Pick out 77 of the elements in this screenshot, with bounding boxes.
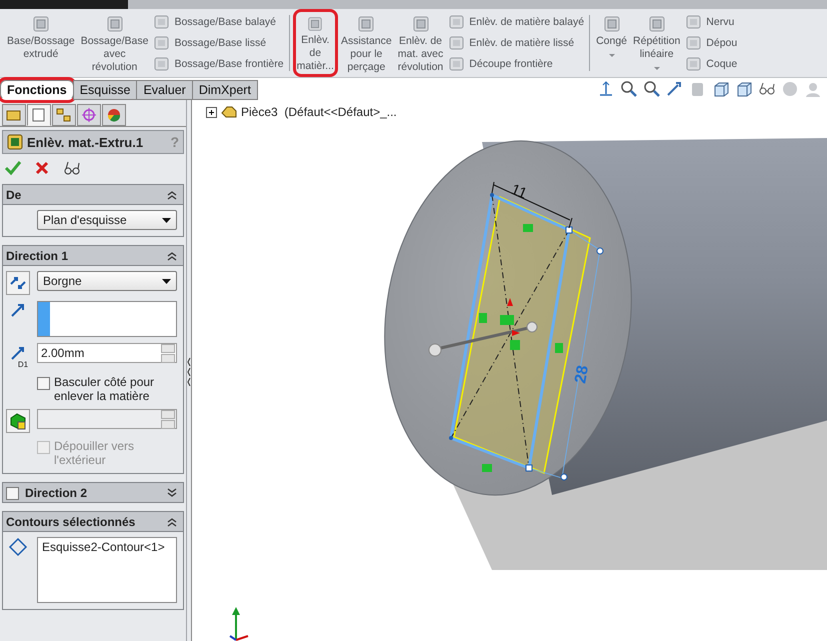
- expand-icon[interactable]: [206, 106, 217, 118]
- zoom-area-icon[interactable]: [642, 80, 662, 98]
- ribbon-button[interactable]: Découpe frontière: [448, 56, 584, 72]
- feature-icon: [153, 14, 172, 30]
- checkmark-icon[interactable]: [4, 160, 22, 176]
- target-icon: [80, 107, 98, 123]
- section-header[interactable]: Contours sélectionnés: [2, 511, 184, 532]
- tab[interactable]: Fonctions: [0, 80, 74, 100]
- ribbon-button[interactable]: Base/Bossage extrudé: [4, 9, 78, 77]
- selection-list[interactable]: [37, 301, 177, 337]
- direction-arrow-icon: [9, 301, 27, 319]
- feature-icon: [153, 34, 172, 51]
- ribbon-button[interactable]: Dépou: [685, 34, 738, 51]
- caret-icon: [608, 53, 616, 58]
- ribbon-button[interactable]: Coque: [685, 56, 738, 72]
- tab[interactable]: Esquisse: [72, 80, 138, 100]
- axis-triad-icon: [229, 607, 248, 641]
- feature-title: Enlèv. mat.-Extru.1: [27, 134, 144, 150]
- feature-icon: [153, 56, 172, 72]
- collapse-icon[interactable]: [167, 190, 177, 200]
- feature-icon: [7, 134, 23, 150]
- part-icon: [220, 104, 238, 120]
- glasses-icon[interactable]: [62, 160, 82, 176]
- section-title: Direction 1: [6, 248, 70, 262]
- feature-icon: [685, 14, 704, 30]
- section-title: De: [6, 188, 22, 202]
- feature-icon: [685, 34, 704, 51]
- zoom-fit-icon[interactable]: [619, 80, 639, 98]
- ribbon-button[interactable]: Bossage/Base frontière: [153, 56, 284, 72]
- ribbon-button[interactable]: Assistance pour le perçage: [338, 9, 395, 77]
- feature-icon: [448, 34, 466, 51]
- contour-list[interactable]: Esquisse2-Contour<1>: [37, 537, 177, 603]
- dropdown[interactable]: Borgne: [37, 271, 177, 291]
- depth-field[interactable]: 2.00mm: [37, 343, 177, 363]
- collapse-icon[interactable]: [167, 516, 177, 526]
- ribbon-button[interactable]: Enlèv. de matière lissé: [448, 34, 584, 51]
- ribbon-button[interactable]: Enlèv. de mat. avec révolution: [394, 9, 446, 77]
- ribbon-button[interactable]: Bossage/Base balayé: [153, 14, 284, 30]
- caret-icon: [652, 66, 661, 71]
- section-title: Contours sélectionnés: [6, 514, 136, 528]
- list-item[interactable]: Esquisse2-Contour<1>: [42, 540, 172, 554]
- close-icon[interactable]: [34, 160, 50, 176]
- ribbon-button[interactable]: Nervu: [685, 14, 738, 30]
- panel-tab[interactable]: [2, 104, 26, 126]
- checkbox-option[interactable]: Basculer côté pour enlever la matière: [37, 375, 177, 403]
- section-header[interactable]: Direction 2: [2, 482, 184, 503]
- offset-field[interactable]: [37, 409, 177, 429]
- section-title: Direction 2: [25, 486, 88, 500]
- panel-tab[interactable]: [77, 104, 101, 126]
- configuration-icon: [55, 107, 73, 123]
- collapse-panel-icon[interactable]: [187, 356, 191, 386]
- panel-tab[interactable]: [102, 104, 126, 126]
- section-header[interactable]: De: [2, 184, 184, 205]
- feature-icon: [685, 56, 704, 72]
- diamond-icon: [8, 537, 28, 557]
- ribbon-button[interactable]: Bossage/Base avec révolution: [78, 9, 152, 77]
- feature-icon: [448, 56, 466, 72]
- feature-tree-item[interactable]: Pièce3 (Défaut<<Défaut>_...: [206, 104, 397, 120]
- expand-icon[interactable]: [167, 488, 177, 498]
- ribbon-button[interactable]: Bossage/Base lissé: [153, 34, 284, 51]
- ribbon-button[interactable]: Répétition linéaire: [630, 9, 684, 77]
- face-icon[interactable]: [6, 409, 30, 433]
- collapse-icon[interactable]: [167, 250, 177, 260]
- ribbon-button[interactable]: Congé: [593, 9, 630, 77]
- panel-tab[interactable]: [27, 104, 51, 126]
- section-checkbox[interactable]: [6, 487, 19, 500]
- dropdown[interactable]: Plan d'esquisse: [37, 210, 177, 230]
- panel-tab[interactable]: [52, 104, 76, 126]
- caret-icon: [162, 278, 171, 284]
- caret-icon: [162, 218, 171, 222]
- tab[interactable]: DimXpert: [192, 80, 258, 100]
- depth-icon-label: D1: [18, 361, 28, 369]
- ribbon-button[interactable]: Enlèv. de matière balayé: [448, 14, 584, 30]
- tab[interactable]: Evaluer: [136, 80, 193, 100]
- reverse-direction-icon[interactable]: [6, 271, 30, 295]
- section-header[interactable]: Direction 1: [2, 245, 184, 266]
- feature-icon: [448, 14, 466, 30]
